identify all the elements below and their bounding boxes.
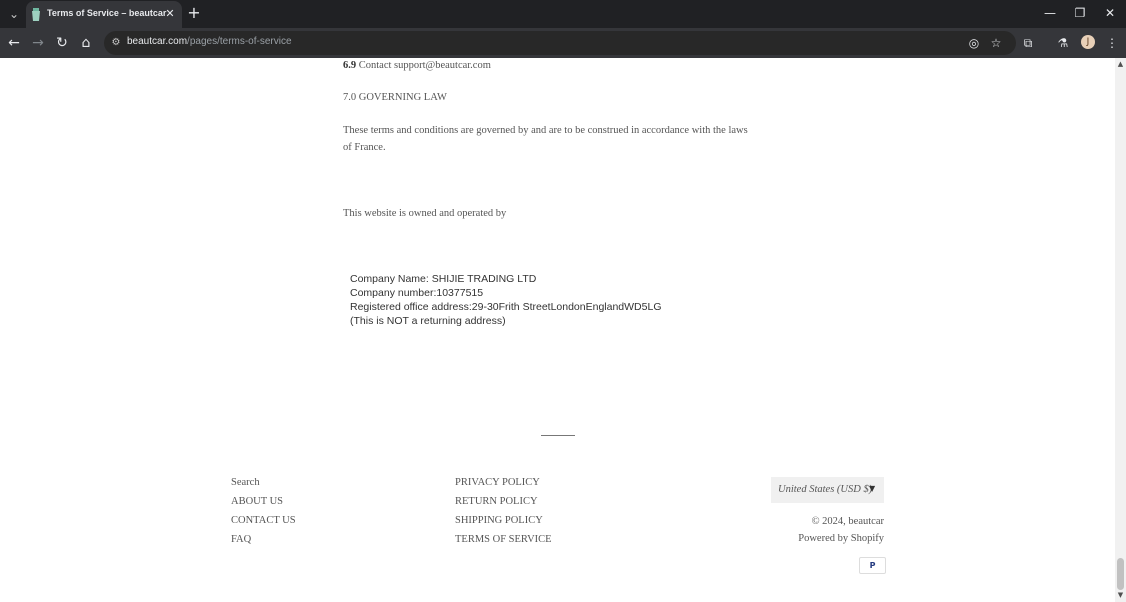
window-close-icon[interactable]: ✕ xyxy=(1101,5,1119,21)
page-content: 6.9 Contact support@beautcar.com 7.0 GOV… xyxy=(0,58,1115,602)
company-info: Company Name: SHIJIE TRADING LTD Company… xyxy=(350,272,662,328)
currency-selector[interactable]: United States (USD $) ▼ xyxy=(771,477,884,503)
scroll-up-arrow-icon[interactable]: ▲ xyxy=(1115,60,1126,70)
section-divider xyxy=(541,435,575,436)
owned-by-text: This website is owned and operated by xyxy=(343,208,507,219)
copyright-text: © 2024, beautcar xyxy=(811,516,884,527)
section-heading-governing-law: 7.0 GOVERNING LAW xyxy=(343,92,447,103)
address-bar[interactable]: ⚙ beautcar.com/pages/terms-of-service ◎ … xyxy=(104,31,1016,55)
footer-link-privacy-policy[interactable]: PRIVACY POLICY xyxy=(455,477,540,488)
company-name: Company Name: SHIJIE TRADING LTD xyxy=(350,273,537,285)
not-returning-note: (This is NOT a returning address) xyxy=(350,315,506,327)
footer-link-faq[interactable]: FAQ xyxy=(231,534,251,545)
browser-toolbar: ← → ↻ ⌂ ⚙ beautcar.com/pages/terms-of-se… xyxy=(0,28,1126,58)
tab-list-icon[interactable]: ⌄ xyxy=(4,4,24,24)
governing-paragraph-line1: These terms and conditions are governed … xyxy=(343,125,748,136)
restore-icon[interactable]: ❐ xyxy=(1071,5,1089,21)
scroll-down-arrow-icon[interactable]: ▼ xyxy=(1115,591,1126,601)
eye-off-icon[interactable]: ◎ xyxy=(966,35,982,51)
forward-icon[interactable]: → xyxy=(29,34,47,52)
minimize-icon[interactable]: — xyxy=(1041,5,1059,21)
page-scrollbar[interactable]: ▲ ▼ xyxy=(1115,58,1126,602)
company-number: Company number:10377515 xyxy=(350,287,484,299)
contact-line: 6.9 Contact support@beautcar.com xyxy=(343,60,491,71)
tab-title: Terms of Service – beautcar xyxy=(47,8,167,18)
star-icon[interactable]: ☆ xyxy=(988,35,1004,51)
plus-icon[interactable]: + xyxy=(186,5,202,21)
footer-link-terms-of-service[interactable]: TERMS OF SERVICE xyxy=(455,534,552,545)
close-icon[interactable]: ✕ xyxy=(163,7,177,21)
extensions-icon[interactable]: ⧉ xyxy=(1019,34,1037,52)
back-icon[interactable]: ← xyxy=(5,34,23,52)
governing-paragraph-line2: of France. xyxy=(343,142,386,153)
footer-link-search[interactable]: Search xyxy=(231,477,260,488)
scrollbar-thumb[interactable] xyxy=(1117,558,1124,590)
labs-icon[interactable]: ⚗ xyxy=(1054,34,1072,52)
currency-label: United States (USD $) xyxy=(778,484,873,495)
url-text[interactable]: beautcar.com/pages/terms-of-service xyxy=(127,36,292,47)
footer-link-shipping-policy[interactable]: SHIPPING POLICY xyxy=(455,515,543,526)
favicon-icon xyxy=(32,8,40,21)
paypal-icon: P xyxy=(859,557,886,574)
registered-office: Registered office address:29-30Frith Str… xyxy=(350,301,662,313)
footer-link-contact-us[interactable]: CONTACT US xyxy=(231,515,296,526)
site-info-icon[interactable]: ⚙ xyxy=(110,37,122,49)
caret-down-icon: ▼ xyxy=(869,484,876,493)
footer-link-return-policy[interactable]: RETURN POLICY xyxy=(455,496,538,507)
reload-icon[interactable]: ↻ xyxy=(53,34,71,52)
browser-tab[interactable]: Terms of Service – beautcar ✕ xyxy=(26,1,182,28)
menu-icon[interactable]: ⋮ xyxy=(1103,34,1121,52)
browser-titlebar: ⌄ Terms of Service – beautcar ✕ + — ❐ ✕ xyxy=(0,0,1126,28)
profile-avatar[interactable]: J xyxy=(1081,35,1095,49)
footer-link-about-us[interactable]: ABOUT US xyxy=(231,496,283,507)
home-icon[interactable]: ⌂ xyxy=(77,34,95,52)
powered-by-shopify-link[interactable]: Powered by Shopify xyxy=(798,533,884,544)
